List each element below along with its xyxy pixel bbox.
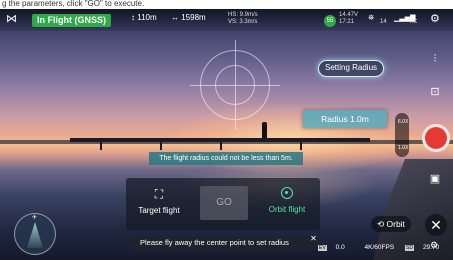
- gps-count: 14: [380, 19, 387, 25]
- caption-text: g the parameters, click "GO" to execute.: [0, 0, 453, 9]
- drone-marker-icon: ✈: [32, 215, 38, 221]
- top-status-bar: ⋈ In Flight (GNSS) ↕ 110m ↔ 1598m HS: 9.…: [0, 9, 453, 31]
- resolution-value: 4K/60FPS: [364, 244, 395, 251]
- zoom-max-label: 6.0X: [398, 119, 409, 125]
- radar-crosshair-v: [235, 40, 236, 130]
- distance-icon: ↔: [171, 13, 179, 22]
- pier-post: [220, 138, 222, 150]
- go-button[interactable]: GO: [200, 186, 248, 220]
- warning-toast: The flight radius could not be less than…: [149, 152, 303, 165]
- gps-icon: ⛯: [368, 13, 375, 22]
- target-flight-label: Target flight: [138, 206, 180, 215]
- person-silhouette: [262, 122, 267, 139]
- orbit-flight-option[interactable]: Orbit flight: [254, 178, 320, 230]
- battery-icon[interactable]: 55: [324, 15, 336, 27]
- distance-value: 1598m: [181, 13, 206, 22]
- drone-settings-icon[interactable]: ⚙: [430, 240, 438, 251]
- flight-mode-badge[interactable]: In Flight (GNSS): [32, 14, 111, 27]
- battery-voltage: 14.47V: [339, 12, 359, 18]
- altitude-icon: ↕: [131, 13, 135, 22]
- battery-info: 14.47V 17:21: [339, 12, 358, 26]
- settings-gear-icon[interactable]: ⚙: [430, 12, 440, 25]
- hint-banner: Please fly away the center point to set …: [132, 236, 318, 250]
- back-icon[interactable]: ⋈: [6, 12, 17, 25]
- gallery-icon[interactable]: ▣: [427, 172, 443, 186]
- pier-post: [300, 138, 302, 150]
- speed-readout: HS: 9.9m/s VS: 3.3m/s: [228, 12, 258, 26]
- pier-post: [100, 138, 102, 150]
- altitude-readout: ↕ 110m: [131, 13, 157, 22]
- distance-readout: ↔ 1598m: [171, 13, 206, 22]
- tune-sliders-icon[interactable]: ⫶: [427, 52, 443, 66]
- altitude-value: 110m: [137, 13, 157, 22]
- ev-value: 0.0: [335, 244, 345, 251]
- rc-label: RC: [410, 19, 418, 25]
- orbit-flight-label: Orbit flight: [268, 205, 306, 214]
- zoom-min-label: 1.0X: [398, 145, 409, 151]
- radius-value-box[interactable]: Radius 1.0m: [303, 110, 387, 128]
- battery-time: 17:21: [339, 19, 355, 25]
- close-icon[interactable]: ✕: [425, 214, 447, 236]
- target-frame-icon: ⛶: [154, 187, 164, 201]
- orbit-arrow-icon: ⟲: [377, 219, 385, 229]
- target-flight-option[interactable]: ⛶ Target flight: [126, 178, 192, 230]
- horizontal-speed: HS: 9.9m/s: [228, 12, 258, 18]
- setting-radius-button[interactable]: Setting Radius: [318, 60, 385, 77]
- storage-readout: SD 29.70: [404, 244, 448, 251]
- pier-post: [160, 138, 162, 150]
- orbit-target-icon: [281, 187, 293, 199]
- ev-readout: EV 0.0: [318, 244, 354, 251]
- orbit-button[interactable]: ⟲ Orbit: [371, 216, 411, 232]
- sd-card-icon: SD: [404, 245, 414, 251]
- record-shutter-button[interactable]: [422, 124, 450, 152]
- vertical-speed: VS: 3.3m/s: [228, 19, 258, 25]
- orbit-button-label: Orbit: [386, 219, 405, 229]
- camera-switch-icon[interactable]: ⊡: [427, 85, 443, 99]
- ev-tag: EV: [318, 245, 327, 251]
- hint-close-icon[interactable]: ✕: [309, 234, 318, 243]
